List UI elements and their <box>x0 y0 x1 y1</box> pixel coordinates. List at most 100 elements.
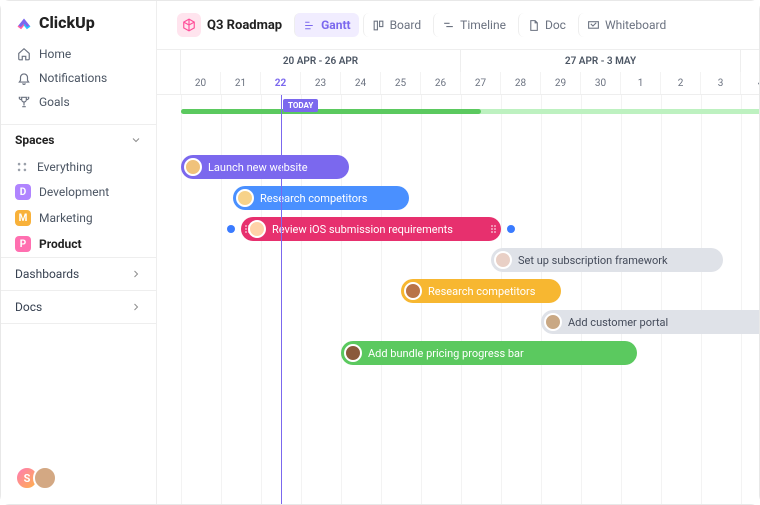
timeline-day: 20 <box>181 72 221 94</box>
trophy-icon <box>17 95 31 109</box>
task-bar[interactable]: Review iOS submission requirements <box>241 217 501 241</box>
dependency-dot-left[interactable] <box>227 225 235 233</box>
today-line <box>281 95 282 504</box>
brand[interactable]: ClickUp <box>1 1 156 42</box>
task-bar[interactable]: Add bundle pricing progress bar <box>341 341 637 365</box>
assignee-avatar <box>404 282 422 300</box>
timeline-day: 22 <box>261 72 301 94</box>
grid-line <box>661 95 662 504</box>
assignee-avatar <box>184 158 202 176</box>
section-dashboards[interactable]: Dashboards <box>1 257 156 290</box>
tab-doc[interactable]: Doc <box>518 13 574 37</box>
grid-line <box>741 95 742 504</box>
assignee-avatar <box>344 344 362 362</box>
grid-line <box>621 95 622 504</box>
task-label: Set up subscription framework <box>518 254 668 267</box>
spaces-header[interactable]: Spaces <box>1 124 156 155</box>
tab-board[interactable]: Board <box>363 13 430 37</box>
task-label: Review iOS submission requirements <box>272 223 453 236</box>
dependency-dot-right[interactable] <box>507 225 515 233</box>
resize-handle-left[interactable] <box>245 221 251 237</box>
avatar <box>33 466 57 490</box>
topbar: Q3 Roadmap Gantt Board Timeline Doc Whit… <box>157 1 759 50</box>
timeline-day: 23 <box>301 72 341 94</box>
space-everything[interactable]: Everything <box>1 155 156 179</box>
space-marketing-label: Marketing <box>39 211 93 225</box>
section-docs[interactable]: Docs <box>1 290 156 324</box>
timeline-header: 20 APR - 26 APR27 APR - 3 MAY4 MAY - 10 … <box>157 50 759 95</box>
task-bar[interactable]: Research competitors <box>401 279 561 303</box>
timeline-day: 24 <box>341 72 381 94</box>
tab-gantt[interactable]: Gantt <box>294 13 358 37</box>
space-letter-d: D <box>15 184 31 200</box>
primary-nav: Home Notifications Goals <box>1 42 156 124</box>
task-label: Add customer portal <box>568 316 668 329</box>
resize-handle-right[interactable] <box>491 221 497 237</box>
home-icon <box>17 47 31 61</box>
progress-fill <box>181 109 481 114</box>
space-product-label: Product <box>39 237 82 251</box>
nav-goals[interactable]: Goals <box>7 90 150 114</box>
timeline-week: 4 MAY - 10 MAY <box>741 50 759 72</box>
main: Q3 Roadmap Gantt Board Timeline Doc Whit… <box>157 1 759 504</box>
tab-timeline-label: Timeline <box>460 18 506 32</box>
everything-icon <box>15 160 29 174</box>
timeline-day: 29 <box>541 72 581 94</box>
nav-notifications-label: Notifications <box>39 71 107 85</box>
timeline-week: 20 APR - 26 APR <box>181 50 461 72</box>
timeline-days: 2021222324252627282930123456789101112 <box>157 72 759 94</box>
task-label: Research competitors <box>428 285 535 298</box>
board-icon <box>372 19 385 32</box>
gantt-canvas[interactable]: TODAY Launch new website Research competit… <box>157 95 759 504</box>
timeline-week: 27 APR - 3 MAY <box>461 50 741 72</box>
tab-board-label: Board <box>390 18 422 32</box>
chevron-right-icon <box>130 301 142 313</box>
task-label: Research competitors <box>260 192 367 205</box>
task-bar[interactable]: Add customer portal <box>541 310 759 334</box>
chevron-down-icon <box>130 134 142 146</box>
project-chip[interactable]: Q3 Roadmap <box>169 9 290 41</box>
space-letter-p: P <box>15 236 31 252</box>
presence-avatars[interactable]: S <box>15 466 57 490</box>
nav-goals-label: Goals <box>39 95 70 109</box>
grid-line <box>581 95 582 504</box>
gantt-icon <box>303 19 316 32</box>
timeline-day: 2 <box>661 72 701 94</box>
section-docs-label: Docs <box>15 300 42 314</box>
timeline-day: 4 <box>741 72 759 94</box>
space-development[interactable]: D Development <box>1 179 156 205</box>
tab-timeline[interactable]: Timeline <box>433 13 514 37</box>
timeline-icon <box>442 19 455 32</box>
tab-whiteboard[interactable]: Whiteboard <box>578 13 674 37</box>
whiteboard-icon <box>587 19 600 32</box>
nav-home-label: Home <box>39 47 71 61</box>
timeline-week-pad <box>157 50 181 72</box>
grid-line <box>701 95 702 504</box>
assignee-avatar <box>544 313 562 331</box>
space-marketing[interactable]: M Marketing <box>1 205 156 231</box>
space-everything-label: Everything <box>37 160 92 174</box>
space-development-label: Development <box>39 185 109 199</box>
task-bar[interactable]: Set up subscription framework <box>491 248 723 272</box>
cube-icon <box>182 18 196 32</box>
nav-notifications[interactable]: Notifications <box>7 66 150 90</box>
nav-home[interactable]: Home <box>7 42 150 66</box>
project-icon <box>177 13 201 37</box>
assignee-avatar <box>236 189 254 207</box>
doc-icon <box>527 19 540 32</box>
timeline-day: 27 <box>461 72 501 94</box>
clickup-logo-icon <box>15 14 33 32</box>
today-badge: TODAY <box>283 99 318 112</box>
space-letter-m: M <box>15 210 31 226</box>
task-label: Launch new website <box>208 161 308 174</box>
sidebar: ClickUp Home Notifications Goals Spaces … <box>1 1 157 504</box>
task-bar[interactable]: Launch new website <box>181 155 349 179</box>
section-dashboards-label: Dashboards <box>15 267 79 281</box>
task-bar[interactable]: Research competitors <box>233 186 409 210</box>
timeline-day-pad <box>157 72 181 94</box>
project-title: Q3 Roadmap <box>207 18 282 33</box>
tab-doc-label: Doc <box>545 18 566 32</box>
timeline-day: 28 <box>501 72 541 94</box>
timeline-day: 1 <box>621 72 661 94</box>
space-product[interactable]: P Product <box>1 231 156 257</box>
